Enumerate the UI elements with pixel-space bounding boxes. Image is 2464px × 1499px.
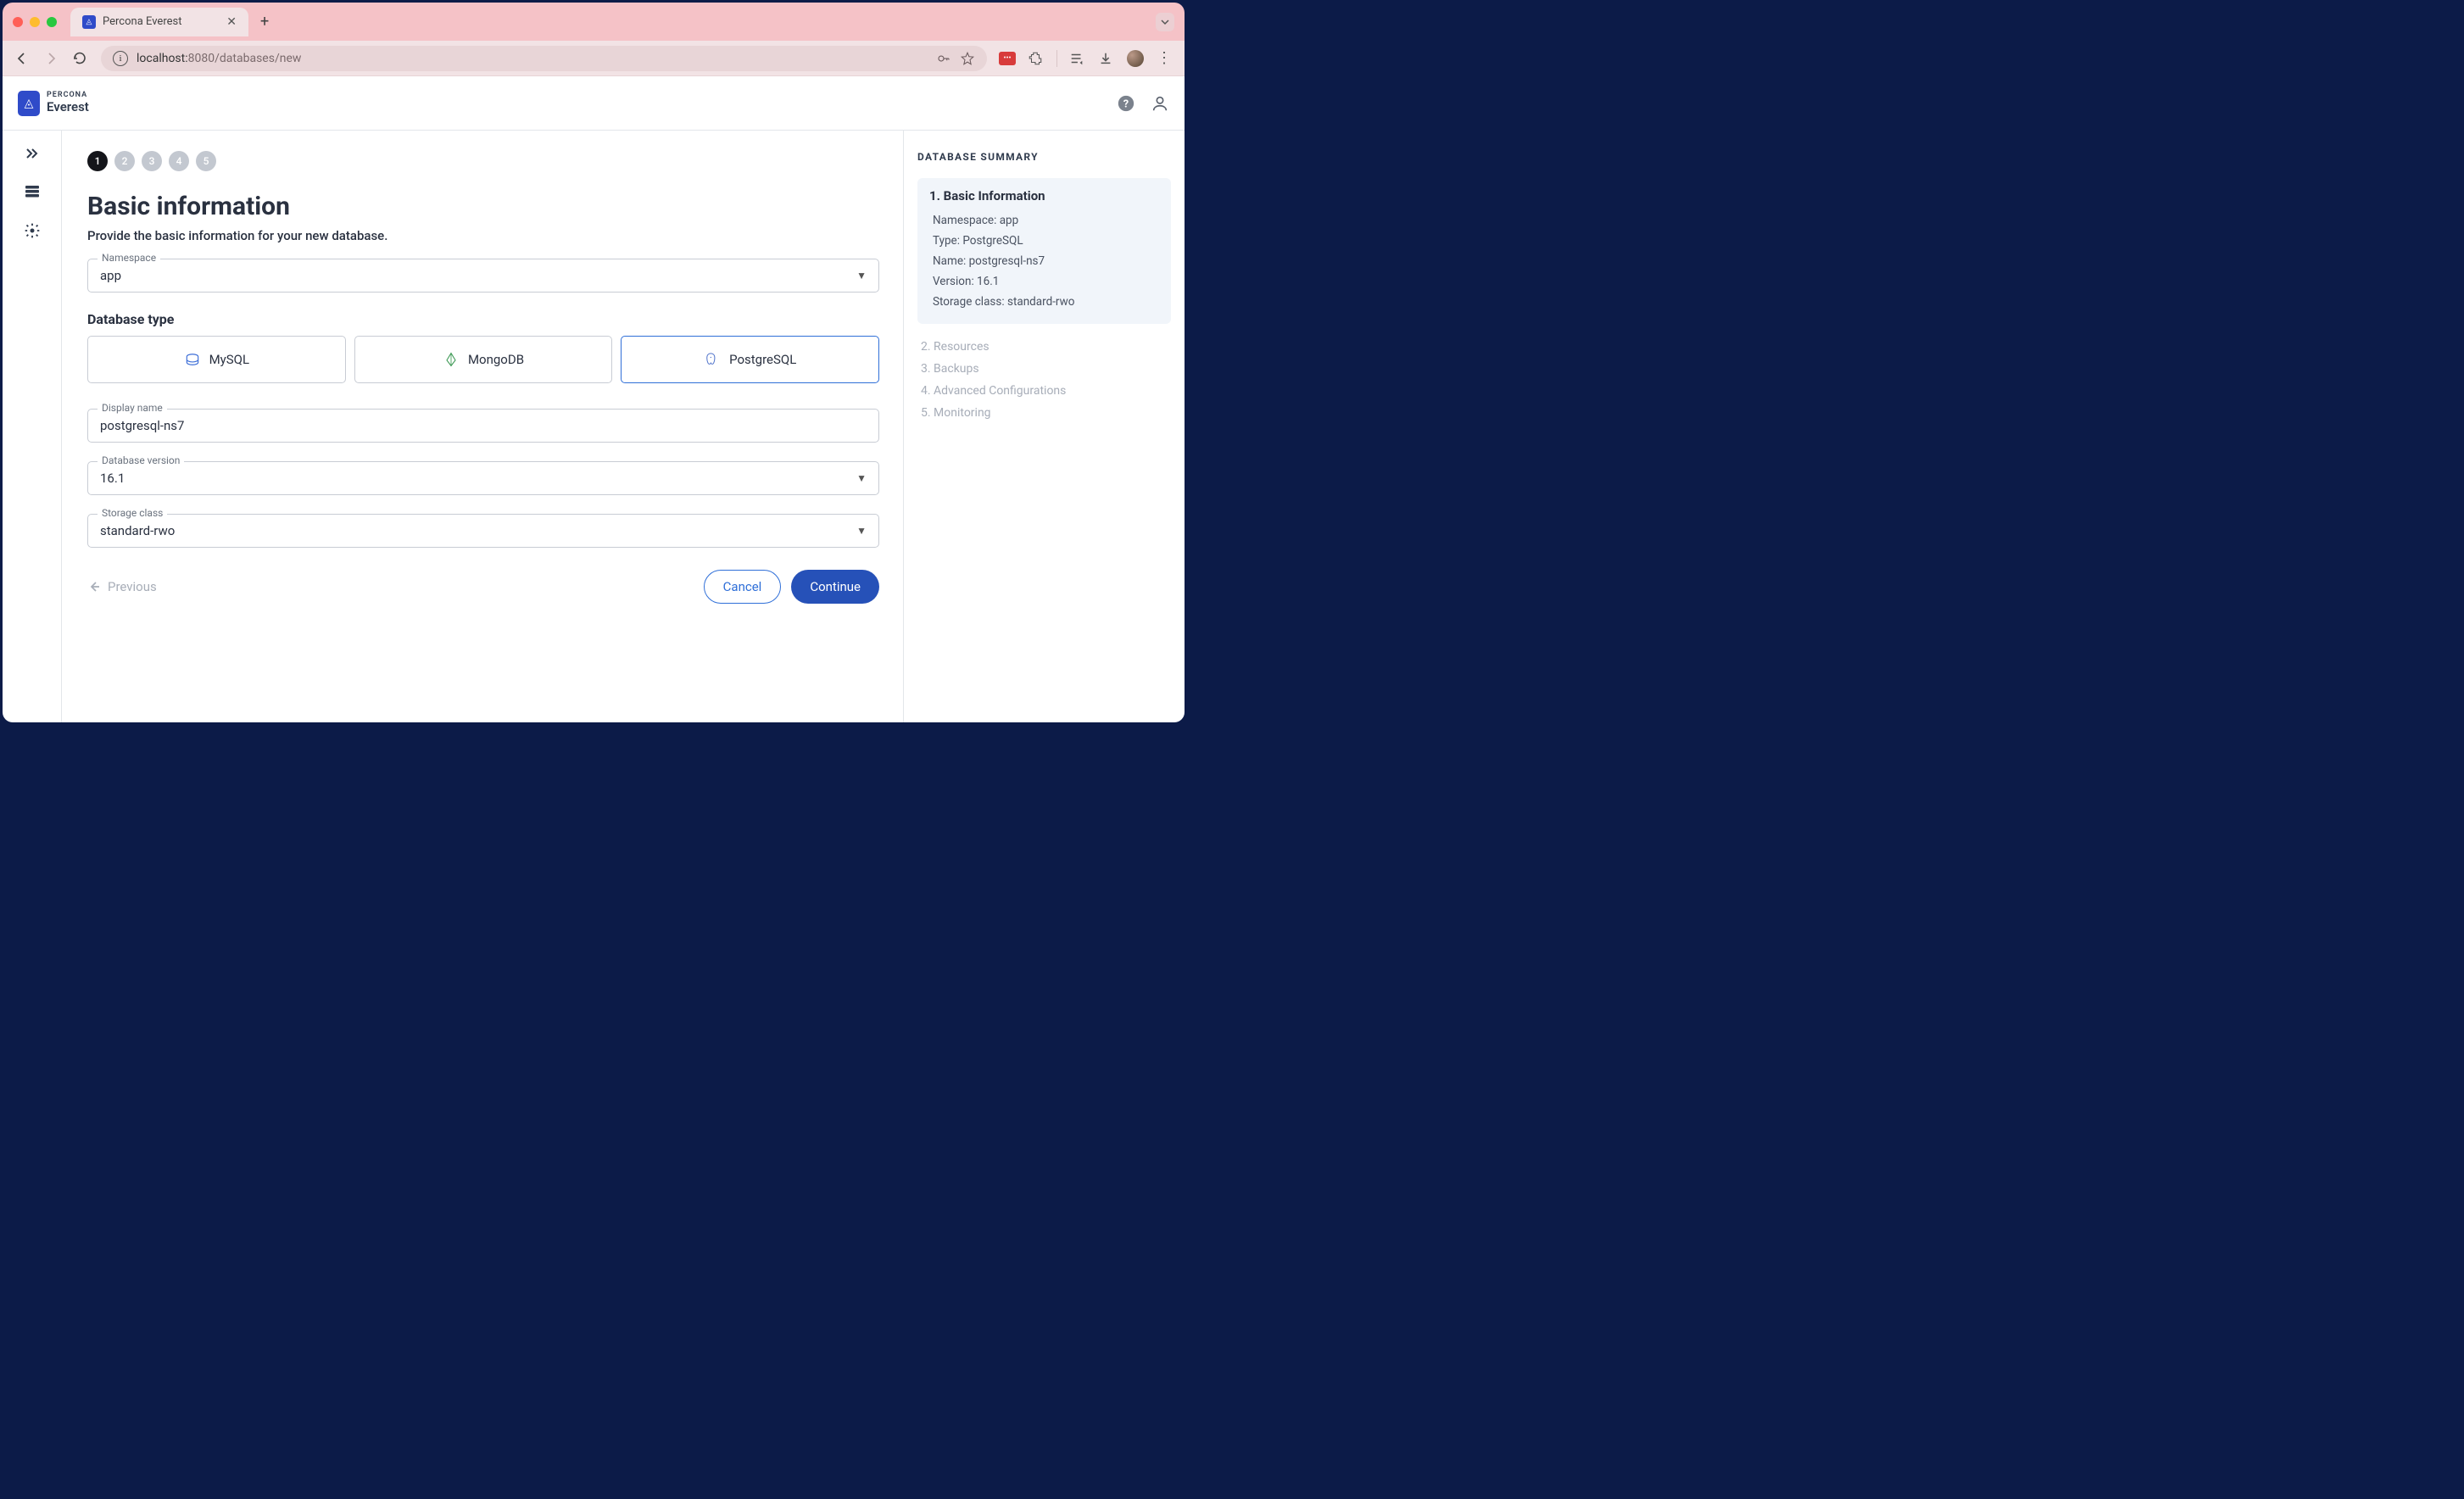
dbtype-postgresql[interactable]: PostgreSQL [621,336,879,383]
sidebar-item-settings[interactable] [24,222,41,239]
main-content: 1 2 3 4 5 Basic information Provide the … [62,131,903,722]
dbtype-mongodb[interactable]: MongoDB [354,336,613,383]
summary-heading: 1. Basic Information [929,188,1159,203]
brand-text: PERCONA Everest [47,92,89,114]
continue-label: Continue [810,579,861,594]
browser-toolbar: i localhost:8080/databases/new ••• ⋮ [3,41,1185,76]
sidebar-expand-icon[interactable] [25,146,40,161]
version-value: 16.1 [100,471,125,486]
key-icon[interactable] [936,51,951,66]
summary-title: DATABASE SUMMARY [917,151,1171,163]
brand-logo-icon: ◬ [18,91,40,116]
favicon-icon: ◬ [82,15,96,29]
zoom-window-icon[interactable] [47,17,57,27]
previous-label: Previous [108,579,157,594]
wizard-actions: Previous Cancel Continue [87,570,879,604]
dbtype-mysql-label: MySQL [209,352,250,367]
url-text: localhost:8080/databases/new [137,52,928,65]
svg-text:?: ? [1123,98,1129,110]
star-icon[interactable] [960,51,975,66]
chevron-down-icon: ▼ [856,472,867,484]
storage-value: standard-rwo [100,523,175,538]
site-info-icon[interactable]: i [113,51,128,66]
dbtype-postgresql-label: PostgreSQL [729,352,796,367]
display-name-label: Display name [98,402,167,414]
step-5[interactable]: 5 [196,151,216,171]
storage-field[interactable]: Storage class standard-rwo ▼ [87,514,879,548]
summary-block-basic: 1. Basic Information Namespace: app Type… [917,178,1171,324]
user-icon[interactable] [1151,94,1169,113]
chevron-down-icon: ▼ [856,525,867,537]
browser-tab[interactable]: ◬ Percona Everest ✕ [70,8,248,36]
page-title: Basic information [87,192,879,221]
storage-label: Storage class [98,507,167,519]
version-field[interactable]: Database version 16.1 ▼ [87,461,879,495]
back-button[interactable] [14,51,31,66]
mongodb-icon [443,351,460,368]
brand-name: Everest [47,100,89,114]
namespace-field[interactable]: Namespace app ▼ [87,259,879,293]
kebab-menu-icon[interactable]: ⋮ [1156,49,1173,67]
summary-step-resources[interactable]: 2. Resources [917,336,1171,358]
namespace-value: app [100,268,121,283]
summary-line-storage: Storage class: standard-rwo [929,292,1159,312]
tabs-dropdown-button[interactable] [1156,13,1174,31]
close-tab-icon[interactable]: ✕ [226,15,237,29]
summary-panel: DATABASE SUMMARY 1. Basic Information Na… [903,131,1185,722]
cancel-label: Cancel [723,579,762,594]
dbtype-label: Database type [87,311,879,327]
sidebar-item-databases[interactable] [24,185,41,198]
tab-title: Percona Everest [103,15,181,28]
minimize-window-icon[interactable] [30,17,40,27]
toolbar-divider [1056,50,1057,67]
extension-badge-icon[interactable]: ••• [999,52,1016,65]
display-name-input[interactable] [100,418,867,433]
browser-tab-strip: ◬ Percona Everest ✕ + [3,3,1185,41]
new-tab-button[interactable]: + [254,13,276,31]
address-bar[interactable]: i localhost:8080/databases/new [101,46,987,71]
help-icon[interactable]: ? [1117,94,1135,113]
summary-line-namespace: Namespace: app [929,210,1159,231]
summary-line-type: Type: PostgreSQL [929,231,1159,251]
summary-line-name: Name: postgresql-ns7 [929,251,1159,271]
reload-button[interactable] [72,51,89,65]
step-2[interactable]: 2 [114,151,135,171]
window-controls [13,17,57,27]
display-name-field[interactable]: Display name [87,409,879,443]
summary-step-monitoring[interactable]: 5. Monitoring [917,402,1171,424]
dbtype-mysql[interactable]: MySQL [87,336,346,383]
dbtype-mongodb-label: MongoDB [468,352,524,367]
version-label: Database version [98,454,184,466]
app-header: ◬ PERCONA Everest ? [3,76,1185,131]
summary-step-advanced[interactable]: 4. Advanced Configurations [917,380,1171,402]
step-1[interactable]: 1 [87,151,108,171]
profile-avatar[interactable] [1127,50,1144,67]
downloads-icon[interactable] [1098,51,1115,66]
chevron-down-icon: ▼ [856,270,867,281]
cancel-button[interactable]: Cancel [704,570,782,604]
postgresql-icon [704,351,721,368]
dbtype-group: MySQL MongoDB PostgreSQL [87,336,879,383]
page-subtitle: Provide the basic information for your n… [87,228,879,243]
sidebar [3,131,62,722]
step-4[interactable]: 4 [169,151,189,171]
summary-line-version: Version: 16.1 [929,271,1159,292]
brand[interactable]: ◬ PERCONA Everest [18,91,89,116]
mysql-icon [184,351,201,368]
previous-button[interactable]: Previous [87,579,157,594]
media-icon[interactable] [1069,51,1086,66]
summary-step-backups[interactable]: 3. Backups [917,358,1171,380]
close-window-icon[interactable] [13,17,23,27]
continue-button[interactable]: Continue [791,570,879,604]
step-3[interactable]: 3 [142,151,162,171]
app-root: ◬ PERCONA Everest ? [3,76,1185,722]
forward-button[interactable] [43,51,60,66]
namespace-label: Namespace [98,252,160,264]
stepper: 1 2 3 4 5 [87,151,879,171]
extensions-icon[interactable] [1028,51,1045,66]
